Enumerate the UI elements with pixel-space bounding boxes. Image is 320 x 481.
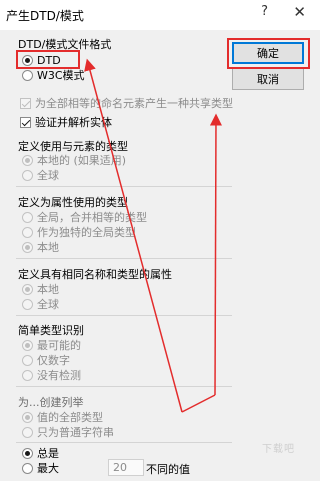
same-name-local-label: 本地 (37, 283, 59, 296)
separator (16, 315, 232, 316)
separator (16, 442, 232, 443)
format-group-title: DTD/模式文件格式 (18, 38, 112, 51)
simple-type-option-none[interactable]: 没有检测 (22, 368, 81, 382)
attr-type-unique-label: 作为独特的全局类型 (37, 226, 136, 239)
watermark: 下载吧 (262, 444, 295, 455)
separator (16, 258, 232, 259)
format-option-w3c[interactable]: W3C模式 (22, 68, 85, 82)
radio-attr-global-merge[interactable] (22, 211, 33, 223)
simple-type-likely-label: 最可能的 (37, 339, 81, 352)
element-type-global-label: 全球 (37, 169, 59, 182)
radio-simple-numeric[interactable] (22, 354, 33, 366)
same-name-option-global[interactable]: 全球 (22, 297, 59, 311)
format-option-dtd[interactable]: DTD (22, 53, 61, 67)
cancel-button[interactable]: 取消 (232, 68, 304, 90)
max-values-suffix: 不同的值 (146, 463, 190, 476)
validate-checkbox[interactable] (20, 116, 31, 128)
max-values-input[interactable]: 20 (108, 459, 144, 476)
same-name-option-local[interactable]: 本地 (22, 282, 59, 296)
element-type-option-local[interactable]: 本地的 (如果适用) (22, 153, 126, 167)
radio-attr-unique[interactable] (22, 226, 33, 238)
simple-type-option-numeric[interactable]: 仅数字 (22, 353, 70, 367)
limit-max-label: 最大 (37, 462, 59, 475)
attr-type-option-local[interactable]: 本地 (22, 240, 59, 254)
simple-type-option-likely[interactable]: 最可能的 (22, 338, 81, 352)
enum-all-label: 值的全部类型 (37, 411, 103, 424)
same-name-group-title: 定义具有相同名称和类型的属性 (18, 268, 172, 281)
validate-label: 验证并解析实体 (35, 116, 112, 129)
enum-option-string[interactable]: 只为普通字符串 (22, 425, 114, 439)
radio-enum-string[interactable] (22, 426, 33, 438)
enum-string-label: 只为普通字符串 (37, 426, 114, 439)
radio-same-global[interactable] (22, 298, 33, 310)
separator (16, 386, 232, 387)
attr-type-option-global-merge[interactable]: 全局，合并相等的类型 (22, 210, 147, 224)
separator (16, 186, 232, 187)
enum-option-all[interactable]: 值的全部类型 (22, 410, 103, 424)
simple-type-none-label: 没有检测 (37, 369, 81, 382)
close-icon[interactable]: ✕ (293, 3, 306, 21)
limit-option-max[interactable]: 最大 (22, 461, 59, 475)
validate-checkbox-row[interactable]: 验证并解析实体 (20, 115, 112, 129)
radio-element-global[interactable] (22, 169, 33, 181)
window-title: 产生DTD/模式 (6, 9, 84, 23)
limit-always-label: 总是 (37, 447, 59, 460)
attr-type-local-label: 本地 (37, 241, 59, 254)
limit-option-always[interactable]: 总是 (22, 446, 59, 460)
same-name-global-label: 全球 (37, 298, 59, 311)
radio-simple-likely[interactable] (22, 339, 33, 351)
radio-limit-max[interactable] (22, 462, 33, 474)
element-type-local-label: 本地的 (如果适用) (37, 154, 127, 167)
enum-group-title: 为...创建列举 (18, 396, 84, 409)
radio-simple-none[interactable] (22, 369, 33, 381)
radio-same-local[interactable] (22, 283, 33, 295)
attr-type-option-unique[interactable]: 作为独特的全局类型 (22, 225, 136, 239)
format-option-w3c-label: W3C模式 (37, 69, 85, 82)
element-type-option-global[interactable]: 全球 (22, 168, 59, 182)
attr-type-global-merge-label: 全局，合并相等的类型 (37, 211, 147, 224)
simple-type-numeric-label: 仅数字 (37, 354, 70, 367)
shared-type-checkbox-row[interactable]: 为全部相等的命名元素产生一种共享类型 (20, 96, 233, 110)
radio-dtd[interactable] (22, 54, 33, 66)
attr-type-group-title: 定义为属性使用的类型 (18, 196, 128, 209)
radio-element-local[interactable] (22, 154, 33, 166)
format-option-dtd-label: DTD (37, 53, 61, 67)
ok-button[interactable]: 确定 (232, 42, 304, 64)
shared-type-label: 为全部相等的命名元素产生一种共享类型 (35, 97, 233, 110)
radio-attr-local[interactable] (22, 241, 33, 253)
simple-type-group-title: 简单类型识别 (18, 324, 84, 337)
radio-w3c[interactable] (22, 69, 33, 81)
help-icon[interactable]: ? (261, 4, 268, 19)
radio-limit-always[interactable] (22, 447, 33, 459)
radio-enum-all[interactable] (22, 411, 33, 423)
shared-type-checkbox[interactable] (20, 97, 31, 109)
title-bar: 产生DTD/模式 ? ✕ (0, 0, 320, 30)
